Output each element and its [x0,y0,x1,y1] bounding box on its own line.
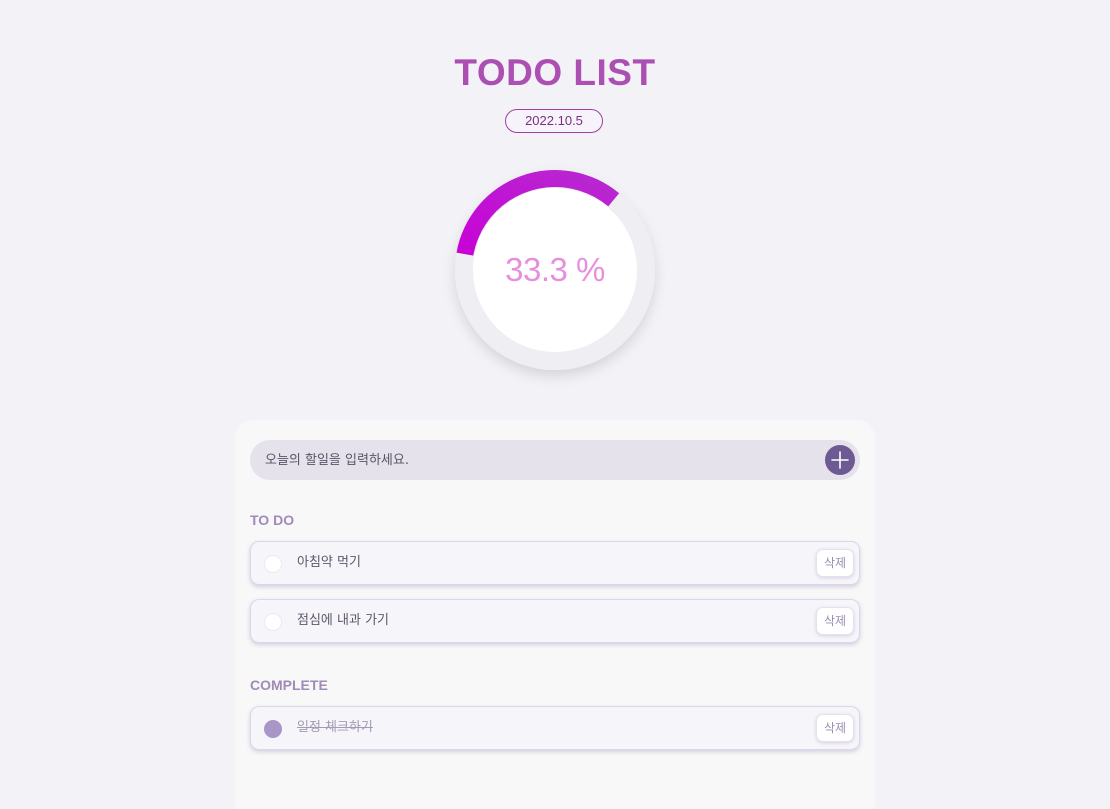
date-badge: 2022.10.5 [505,109,603,133]
todo-section-title: TO DO [250,512,295,528]
todo-item: 점심에 내과 가기 삭제 [250,599,860,643]
progress-ring: 33.3 % [455,170,655,370]
todo-app: TODO LIST 2022.10.5 33.3 % 오늘의 할일을 입력하세요… [0,0,1110,809]
complete-item: 일정 체크하기 삭제 [250,706,860,750]
page-title: TODO LIST [454,52,656,93]
todo-input-bar [250,440,860,480]
delete-button[interactable]: 삭제 [816,549,854,577]
todo-item-label: 아침약 먹기 [297,555,361,570]
todo-input[interactable] [265,440,810,480]
delete-button[interactable]: 삭제 [816,714,854,742]
todo-card: TO DO 아침약 먹기 삭제 점심에 내과 가기 삭제 COMPLETE 일정… [235,420,875,809]
plus-icon [831,451,849,469]
add-todo-button[interactable] [825,445,855,475]
complete-item-label: 일정 체크하기 [297,720,373,735]
todo-item-label: 점심에 내과 가기 [297,613,389,628]
progress-percent: 33.3 % [505,251,605,288]
delete-button[interactable]: 삭제 [816,607,854,635]
todo-item: 아침약 먹기 삭제 [250,541,860,585]
todo-checkbox[interactable] [264,613,282,631]
complete-checkbox[interactable] [264,720,282,738]
todo-checkbox[interactable] [264,555,282,573]
complete-section-title: COMPLETE [250,677,328,693]
